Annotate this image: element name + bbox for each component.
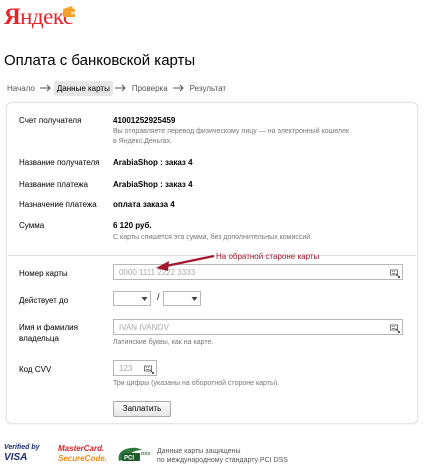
cvv-input[interactable]: 123 [113,360,157,376]
annotation-arrow-icon [156,254,215,271]
pci-text-line2: по международному стандарту PCI DSS [157,457,288,464]
expiry-year-select[interactable] [163,291,201,306]
logo-first-letter: Я [4,4,21,29]
recipient-label: Название получателя [19,158,100,167]
holder-name-note: Латинские буквы, как на карте. [113,339,214,346]
keyboard-icon[interactable] [390,268,400,278]
account-note: Вы отправляете перевод физическому лицу … [113,128,349,145]
purpose-value: оплата заказа 4 [113,200,175,209]
mc-line2: SecureCode. [58,454,107,463]
step-result: Результат [189,83,227,93]
page-title: Оплата с банковской карты [4,52,196,69]
verified-line2: VISA [4,452,28,463]
holder-name-placeholder: IVAN IVANOV [119,323,169,332]
step-start: Начало [7,83,35,93]
pci-dss-text: Данные карты защищены по международному … [157,447,288,465]
cvv-label: Код CVV [19,365,52,374]
cvv-annotation: На обратной староне карты [216,252,320,261]
steps-breadcrumb: Начало Данные карты Проверка Результат [4,80,229,96]
step-card-data: Данные карты [53,80,113,96]
verified-by-visa-logo: Verified by VISA [4,444,44,468]
payment-name-label: Название платежа [19,180,88,189]
arrow-right-icon [39,84,51,92]
expiry-month-select[interactable] [113,291,151,306]
keyboard-icon[interactable] [390,323,400,333]
chevron-down-icon [191,297,198,301]
account-value: 41001252925459 [113,116,176,125]
pay-button[interactable]: Заплатить [113,401,171,417]
wallet-icon [63,6,75,17]
step-check: Проверка [131,83,168,93]
pci-text-line1: Данные карты защищены [157,448,241,455]
svg-text:PCI: PCI [124,456,134,462]
card-number-label: Номер карты [19,269,68,278]
holder-name-label: Имя и фамилия владельца [19,323,78,343]
holder-name-input[interactable]: IVAN IVANOV [113,319,403,335]
amount-value: 6 120 руб. [113,221,152,230]
arrow-right-icon [114,84,126,92]
cvv-placeholder: 123 [119,364,133,373]
cvv-note: Три цифры (указаны на оборотной стороне … [113,380,280,387]
valid-until-label: Действует до [19,296,69,305]
account-label: Счет получателя [19,116,82,125]
recipient-value: ArabiaShop : заказ 4 [113,158,193,167]
chevron-down-icon [141,297,148,301]
amount-note: С карты спишется эта сумма, без дополнит… [113,234,313,241]
keyboard-icon[interactable] [144,364,154,374]
footer: Verified by VISA MasterCard. SecureCode.… [0,440,424,470]
arrow-right-icon [172,84,184,92]
payment-name-value: ArabiaShop : заказ 4 [113,180,193,189]
mc-line1: MasterCard. [58,444,105,453]
verified-line1: Verified by [4,444,40,451]
svg-text:DSS: DSS [141,451,150,456]
expiry-separator: / [157,292,160,302]
pci-dss-logo-icon: PCI DSS [118,447,150,462]
amount-label: Сумма [19,221,45,230]
purpose-label: Назначение платежа [19,200,97,209]
mastercard-securecode-logo: MasterCard. SecureCode. [58,444,108,468]
